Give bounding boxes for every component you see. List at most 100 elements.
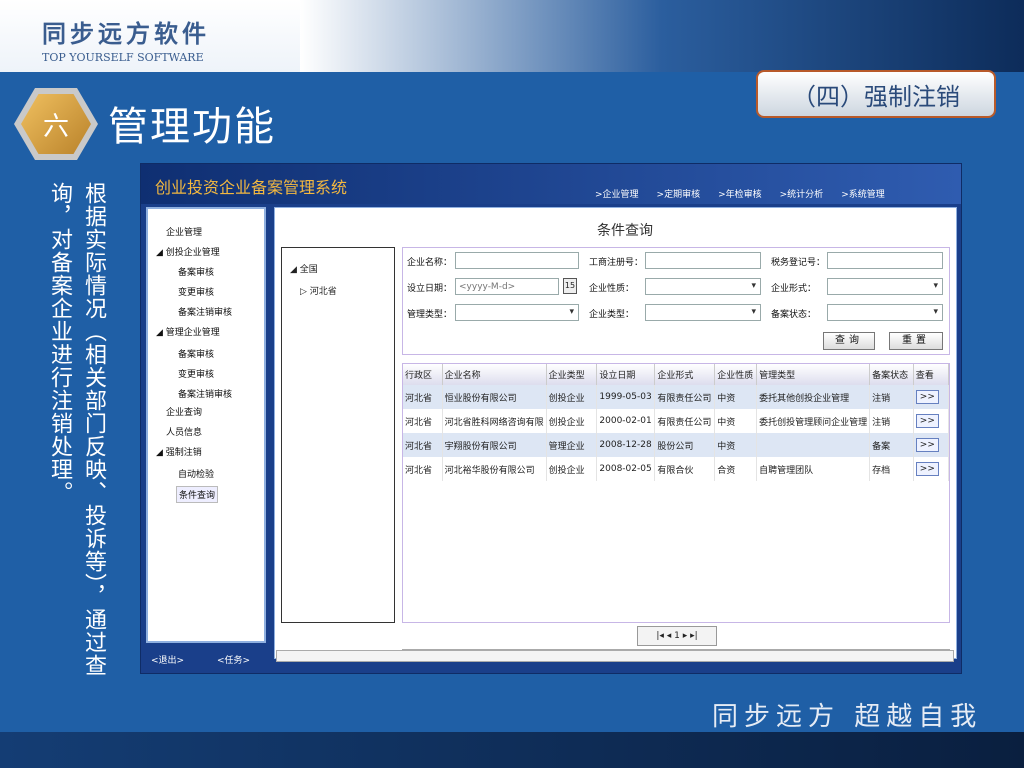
- vertical-description: 根据实际情况（相关部门反映、投诉等），通过查询，对备案企业进行注销处理。: [47, 182, 106, 677]
- app-screenshot: 创业投资企业备案管理系统 >企业管理 >定期审核 >年检审核 >统计分析 >系统…: [140, 163, 962, 674]
- cell: 宇翔股份有限公司: [442, 433, 547, 457]
- nav-system[interactable]: >系统管理: [841, 187, 885, 200]
- nav-enterprise[interactable]: >企业管理: [595, 187, 639, 200]
- sidebar-item[interactable]: 企业查询: [166, 405, 202, 418]
- sidebar-item[interactable]: 变更审核: [178, 285, 214, 298]
- cell: 恒业股份有限公司: [442, 385, 547, 409]
- col-name[interactable]: 企业名称: [442, 364, 547, 385]
- cell-view: >>: [913, 457, 950, 481]
- sidebar-item[interactable]: ◢ 强制注销: [156, 445, 202, 458]
- view-button[interactable]: >>: [915, 390, 939, 404]
- cell: 河北裕华股份有限公司: [442, 457, 547, 481]
- table-row[interactable]: 河北省 河北裕华股份有限公司 创投企业 2008-02-05 有限合伙 合资 自…: [403, 457, 950, 481]
- cell: 2000-02-01: [596, 409, 656, 433]
- query-form: 企业名称： 工商注册号： 税务登记号： 设立日期： 15 企业性质： ▾ 企业形…: [402, 247, 950, 355]
- etype-select[interactable]: ▾: [645, 304, 761, 321]
- sidebar-item[interactable]: 备案注销审核: [178, 305, 232, 318]
- table-row[interactable]: 河北省 河北省胜科网络咨询有限 创投企业 2000-02-01 有限责任公司 中…: [403, 409, 950, 433]
- cell: 河北省胜科网络咨询有限: [442, 409, 547, 433]
- cell: 自聘管理团队: [756, 457, 871, 481]
- sidebar-item[interactable]: 变更审核: [178, 367, 214, 380]
- sidebar-item-selected[interactable]: 条件查询: [176, 486, 219, 503]
- sidebar-item[interactable]: 备案注销审核: [178, 387, 232, 400]
- name-input[interactable]: [455, 252, 579, 269]
- cell: 中资: [714, 385, 758, 409]
- col-status[interactable]: 备案状态: [869, 364, 914, 385]
- col-form[interactable]: 企业形式: [654, 364, 716, 385]
- sidebar-item[interactable]: 备案审核: [178, 265, 214, 278]
- cell: 合资: [714, 457, 758, 481]
- nav-statistics[interactable]: >统计分析: [780, 187, 824, 200]
- exit-link[interactable]: <退出>: [151, 653, 184, 666]
- col-view[interactable]: 查看: [913, 364, 950, 385]
- form-select[interactable]: ▾: [827, 278, 943, 295]
- cell: 注销: [869, 385, 914, 409]
- mtype-select[interactable]: ▾: [455, 304, 579, 321]
- cell: 股份公司: [654, 433, 716, 457]
- sidebar: 企业管理 ◢ 创投企业管理 备案审核 变更审核 备案注销审核 ◢ 管理企业管理 …: [146, 207, 266, 643]
- cell-view: >>: [913, 433, 950, 457]
- cell: 中资: [714, 433, 758, 457]
- company-logo: 同步远方软件 TOP YOURSELF SOFTWARE: [42, 14, 210, 64]
- label-nature: 企业性质：: [589, 284, 635, 294]
- reset-button[interactable]: 重置: [889, 332, 943, 350]
- app-title: 创业投资企业备案管理系统: [155, 178, 348, 197]
- nav-periodic-review[interactable]: >定期审核: [657, 187, 701, 200]
- date-input[interactable]: [455, 278, 559, 295]
- sidebar-item[interactable]: 备案审核: [178, 347, 214, 360]
- col-date[interactable]: 设立日期: [596, 364, 656, 385]
- nature-select[interactable]: ▾: [645, 278, 761, 295]
- table-row[interactable]: 河北省 恒业股份有限公司 创投企业 1999-05-03 有限责任公司 中资 委…: [403, 385, 950, 409]
- cell: 河北省: [403, 409, 443, 433]
- reg-input[interactable]: [645, 252, 761, 269]
- sidebar-item[interactable]: 自动检验: [178, 467, 214, 480]
- cell: 中资: [714, 409, 758, 433]
- col-etype[interactable]: 企业类型: [546, 364, 598, 385]
- tree-node-root[interactable]: ◢ 全国: [290, 262, 318, 275]
- label-reg: 工商注册号：: [589, 258, 644, 268]
- main-horizontal-scrollbar[interactable]: [276, 650, 954, 662]
- status-select[interactable]: ▾: [827, 304, 943, 321]
- search-button[interactable]: 查询: [823, 332, 875, 350]
- top-nav: >企业管理 >定期审核 >年检审核 >统计分析 >系统管理: [595, 187, 885, 200]
- section-number: 六: [21, 94, 91, 154]
- pager[interactable]: |◂ ◂ 1 ▸ ▸|: [637, 626, 717, 646]
- col-region[interactable]: 行政区: [403, 364, 443, 385]
- cell: 备案: [869, 433, 914, 457]
- cell: 委托其他创投企业管理: [756, 385, 871, 409]
- calendar-icon[interactable]: 15: [563, 278, 577, 294]
- col-nature[interactable]: 企业性质: [714, 364, 758, 385]
- sidebar-item[interactable]: ◢ 创投企业管理: [156, 245, 220, 258]
- tree-node-hebei[interactable]: ▷ 河北省: [300, 284, 337, 297]
- sidebar-item[interactable]: 企业管理: [166, 225, 202, 238]
- table-row[interactable]: 河北省 宇翔股份有限公司 管理企业 2008-12-28 股份公司 中资 备案 …: [403, 433, 950, 457]
- cell: 2008-02-05: [596, 457, 656, 481]
- cell: 有限合伙: [654, 457, 716, 481]
- cell: 河北省: [403, 385, 443, 409]
- section-number-hexagon: 六: [14, 88, 98, 160]
- cell: 创投企业: [546, 409, 598, 433]
- logo-en-text: TOP YOURSELF SOFTWARE: [42, 51, 204, 64]
- data-table: 行政区 企业名称 企业类型 设立日期 企业形式 企业性质 管理类型 备案状态 查…: [403, 364, 950, 481]
- cell: 河北省: [403, 457, 443, 481]
- cell: 有限责任公司: [654, 409, 716, 433]
- task-link[interactable]: <任务>: [217, 653, 250, 666]
- cell: 创投企业: [546, 385, 598, 409]
- sidebar-item[interactable]: 人员信息: [166, 425, 202, 438]
- view-button[interactable]: >>: [915, 438, 939, 452]
- slide-footer-band: [0, 732, 1024, 768]
- label-etype: 企业类型：: [589, 310, 635, 320]
- tax-input[interactable]: [827, 252, 943, 269]
- main-panel: 条件查询 ◢ 全国 ▷ 河北省 企业名称： 工商注册号： 税务登记号： 设立日期…: [274, 207, 957, 661]
- region-tree: ◢ 全国 ▷ 河北省: [281, 247, 395, 623]
- label-mtype: 管理类型：: [407, 310, 453, 320]
- cell-view: >>: [913, 385, 950, 409]
- col-mtype[interactable]: 管理类型: [756, 364, 871, 385]
- sidebar-item[interactable]: ◢ 管理企业管理: [156, 325, 220, 338]
- cell: 2008-12-28: [596, 433, 656, 457]
- nav-annual-review[interactable]: >年检审核: [718, 187, 762, 200]
- query-title: 条件查询: [597, 223, 653, 239]
- view-button[interactable]: >>: [915, 462, 939, 476]
- view-button[interactable]: >>: [915, 414, 939, 428]
- cell: 管理企业: [546, 433, 598, 457]
